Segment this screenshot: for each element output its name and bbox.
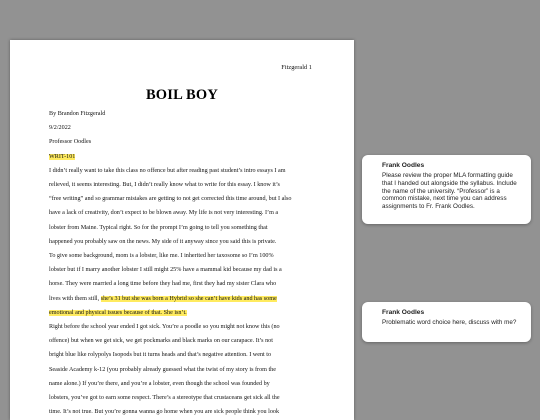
body-line: happened you probably saw on the news. M… (49, 238, 277, 245)
comment-card[interactable]: Frank Oodles Problematic word choice her… (362, 302, 531, 342)
body-line: offence) but when we get sick, we get po… (49, 338, 273, 345)
date-line: 9/2/2022 (49, 125, 71, 132)
comment-author: Frank Oodles (382, 309, 425, 316)
highlighted-passage-cont[interactable]: emotional and physical issues because of… (49, 309, 187, 316)
body-line-plain: lives with them still, (49, 295, 101, 302)
document-page: Fitzgerald 1 BOIL BOY By Brandon Fitzger… (10, 40, 354, 420)
page-header: Fitzgerald 1 (281, 64, 312, 71)
body-line: time. It’s not true. But you’re gonna wa… (49, 409, 280, 416)
body-line: I didn’t really want to take this class … (49, 167, 286, 174)
professor-line: Professor Oodles (49, 139, 92, 146)
body-line: “free writing” and so grammar mistakes a… (49, 196, 292, 203)
comment-card[interactable]: Frank Oodles Please review the proper ML… (362, 155, 531, 224)
body-line: To give some background, mom is a lobste… (49, 253, 274, 260)
body-line: Right before the school year ended I got… (49, 324, 280, 331)
body-line: lives with them still, she’s 31 but she … (49, 292, 321, 306)
body-line: name alone.) If you’re there, and you’re… (49, 380, 270, 387)
byline: By Brandon Fitzgerald (49, 111, 106, 117)
body-line: bright blue like rolypolys Isopods but i… (49, 352, 272, 359)
comment-text: Please review the proper MLA formatting … (382, 172, 517, 211)
body-line: horse. They were married a long time bef… (49, 281, 277, 288)
document-title: BOIL BOY (145, 87, 219, 103)
comment-text: Problematic word choice here, discuss wi… (382, 319, 517, 326)
body-line: lobster from Maine. Typical right. So fo… (49, 224, 268, 231)
body-line: Seaside Academy k-12 (you probably alrea… (49, 366, 276, 373)
body-line: lobsters, you’ve got to earn some respec… (49, 395, 280, 402)
course-line: WRIT-101 (49, 150, 321, 164)
body-line: emotional and physical issues because of… (49, 306, 321, 320)
body-line: have a lack of creativity, don’t expect … (49, 210, 279, 217)
highlighted-passage[interactable]: she’s 31 but she was born a Hybrid so sh… (100, 295, 277, 302)
comment-author: Frank Oodles (382, 162, 425, 169)
body-line: relieved, it seems interesting. But, I d… (49, 182, 280, 189)
body-line: lobster but if I marry another lobster I… (49, 267, 282, 274)
course-highlight[interactable]: WRIT-101 (49, 153, 76, 160)
document-body: By Brandon Fitzgerald 9/2/2022 Professor… (49, 107, 321, 419)
